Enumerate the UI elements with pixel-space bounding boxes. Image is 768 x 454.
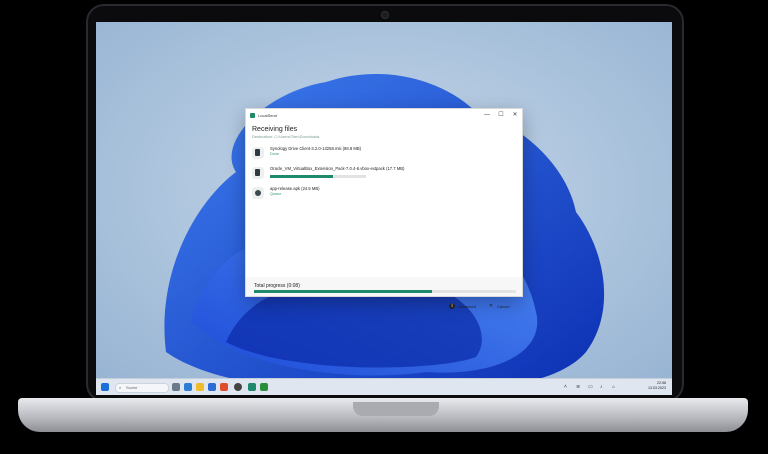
file-name: Oracle_VM_VirtualBox_Extension_Pack-7.0.… xyxy=(270,166,405,171)
minimize-button[interactable]: — xyxy=(480,109,494,121)
cancel-button[interactable]: ✕ Cancel xyxy=(488,303,510,309)
file-item: Synology Drive Client-3.2.0-13258.msi (8… xyxy=(252,145,512,163)
document-icon xyxy=(252,147,264,159)
store-icon[interactable] xyxy=(208,383,216,391)
maximize-button[interactable]: ☐ xyxy=(494,109,508,121)
file-status: Done xyxy=(270,152,280,156)
android-icon xyxy=(252,187,264,199)
browser-icon[interactable] xyxy=(220,383,228,391)
file-item: app-release.apk (24.5 MB) Queue xyxy=(252,185,512,203)
advanced-button[interactable]: i Advanced xyxy=(449,303,476,309)
file-name: app-release.apk (24.5 MB) xyxy=(270,186,320,191)
trackpad-notch xyxy=(353,402,439,416)
document-icon xyxy=(252,167,264,179)
screen: LocalSend — ☐ ✕ Receiving files Destinat… xyxy=(96,22,672,395)
file-status: Queue xyxy=(270,192,282,196)
wifi-icon[interactable]: ≋ xyxy=(576,384,582,390)
info-icon: i xyxy=(449,303,455,309)
chevron-up-icon[interactable]: ˄ xyxy=(564,384,570,390)
battery-icon[interactable]: ▭ xyxy=(588,384,594,390)
total-progress-bar xyxy=(254,290,516,293)
file-progress-bar xyxy=(270,175,366,178)
start-icon[interactable] xyxy=(101,383,109,391)
file-name: Synology Drive Client-3.2.0-13258.msi (8… xyxy=(270,146,362,151)
network-icon[interactable]: ⌂ xyxy=(612,384,618,390)
volume-icon[interactable]: ♪ xyxy=(600,384,606,390)
close-button[interactable]: ✕ xyxy=(508,109,522,121)
close-icon: ✕ xyxy=(488,303,494,309)
search-icon: ⌕ xyxy=(119,385,122,390)
total-progress-label: Total progress (0:08) xyxy=(254,283,300,289)
search-placeholder: Suche xyxy=(126,385,138,390)
settings-icon[interactable] xyxy=(234,383,242,391)
advanced-label: Advanced xyxy=(458,303,476,309)
page-title: Receiving files xyxy=(252,126,298,133)
clock-date: 13.03.2023 xyxy=(648,386,666,390)
destination-path: Destination: C:\Users\Tien\Downloads xyxy=(252,134,320,139)
file-explorer-icon[interactable] xyxy=(196,383,204,391)
localsend-taskbar-icon[interactable] xyxy=(248,383,256,391)
app-icon xyxy=(250,112,255,118)
file-item: Oracle_VM_VirtualBox_Extension_Pack-7.0.… xyxy=(252,165,512,183)
edge-icon[interactable] xyxy=(184,383,192,391)
spotify-icon[interactable] xyxy=(260,383,268,391)
clock[interactable]: 22:56 13.03.2023 xyxy=(648,381,666,391)
webcam xyxy=(381,11,389,19)
title-bar[interactable]: LocalSend — ☐ ✕ xyxy=(246,109,522,121)
search-input[interactable]: ⌕ Suche xyxy=(115,383,169,393)
localsend-window: LocalSend — ☐ ✕ Receiving files Destinat… xyxy=(245,108,523,309)
taskbar: ⌕ Suche ˄ ≋ ▭ ♪ ⌂ 22:56 13.03.2023 xyxy=(96,378,672,395)
cancel-label: Cancel xyxy=(497,303,510,309)
widgets-icon[interactable] xyxy=(172,383,180,391)
window-title: LocalSend xyxy=(258,112,277,118)
